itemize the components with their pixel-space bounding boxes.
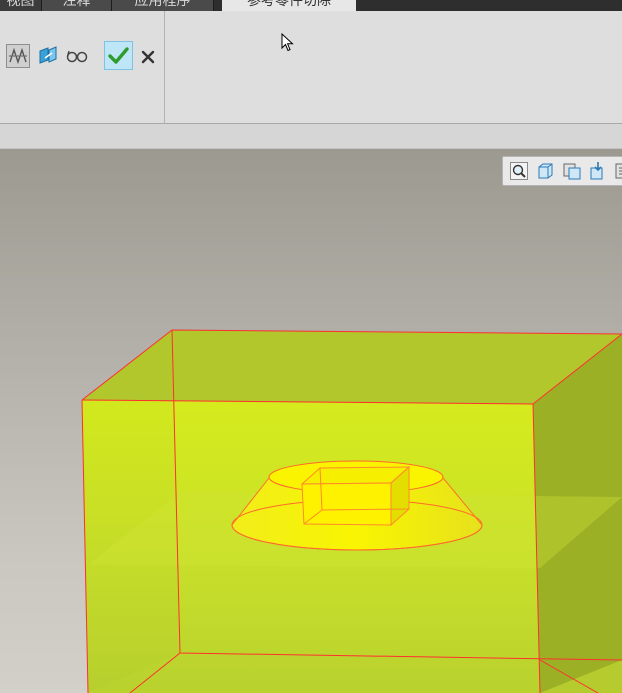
ribbon-group-divider — [164, 11, 165, 123]
confirm-button[interactable] — [104, 41, 133, 70]
ribbon-panel — [0, 11, 622, 124]
tab-reference-part-cut[interactable]: 参考零件切除 — [222, 0, 356, 11]
cancel-button[interactable] — [136, 44, 160, 68]
block-top-face — [82, 330, 622, 404]
close-icon — [141, 50, 155, 64]
mouse-cursor-icon — [281, 33, 294, 52]
status-strip — [0, 124, 622, 149]
reference-geometry-icon — [9, 47, 27, 65]
reference-geometry-button[interactable] — [6, 44, 30, 68]
dimension-flag-icon — [39, 46, 57, 64]
checkmark-icon — [108, 47, 129, 64]
ribbon-tab-bar: 视图 注释 应用程序 参考零件切除 — [0, 0, 622, 11]
tab-applications[interactable]: 应用程序 — [112, 0, 214, 11]
inner-box — [300, 465, 411, 527]
preview-button[interactable] — [65, 44, 89, 68]
graphics-viewport[interactable] — [0, 149, 622, 693]
glasses-preview-icon — [66, 50, 88, 63]
tab-annotate[interactable]: 注释 — [42, 0, 112, 11]
dimension-flag-button[interactable] — [36, 44, 60, 68]
tab-view[interactable]: 视图 — [0, 0, 42, 11]
3d-model[interactable] — [0, 149, 622, 693]
